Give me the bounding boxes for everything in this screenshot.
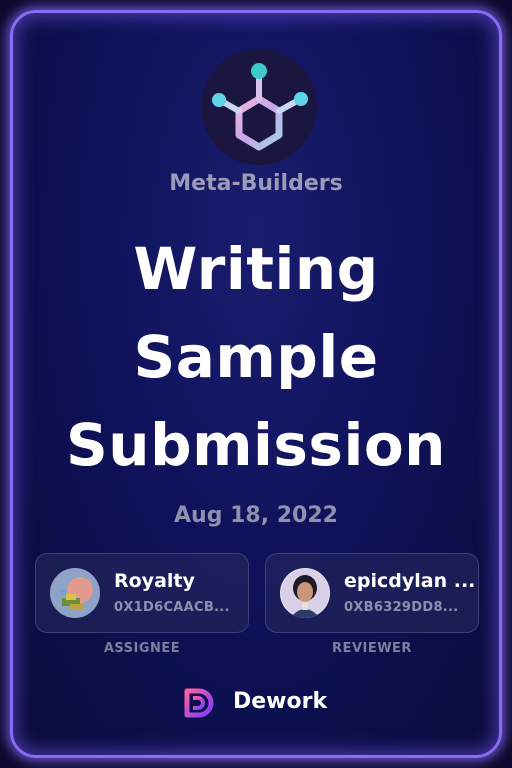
dework-logo-icon [184,688,214,718]
avatar [50,568,100,618]
task-title: Writing Sample Submission [13,225,499,489]
brand-name: Dework [233,689,328,714]
portrait-avatar-icon [280,568,330,618]
reviewer-name: epicdylan ... [344,570,476,592]
assignee-address: 0X1D6CAACB... [114,600,230,615]
assignee-name: Royalty [114,570,195,592]
task-date: Aug 18, 2022 [174,503,338,528]
reviewer-card[interactable]: epicdylan ... 0XB6329DD8... [265,553,479,633]
assignee-card[interactable]: Royalty 0X1D6CAACB... [35,553,249,633]
task-title-line-3: Submission [66,411,446,479]
reviewer-role-label: REVIEWER [332,641,412,656]
org-name[interactable]: Meta-Builders [13,171,499,196]
task-card: Meta-Builders Writing Sample Submission … [10,10,502,758]
pixel-art-avatar-icon [50,568,100,618]
reviewer-address: 0XB6329DD8... [344,600,459,615]
assignee-role-label: ASSIGNEE [103,641,181,656]
hexagon-molecule-logo-icon [212,63,308,151]
task-title-line-1: Writing [133,235,379,303]
avatar [280,568,330,618]
task-title-line-2: Sample [133,323,379,391]
org-logo [201,49,317,165]
